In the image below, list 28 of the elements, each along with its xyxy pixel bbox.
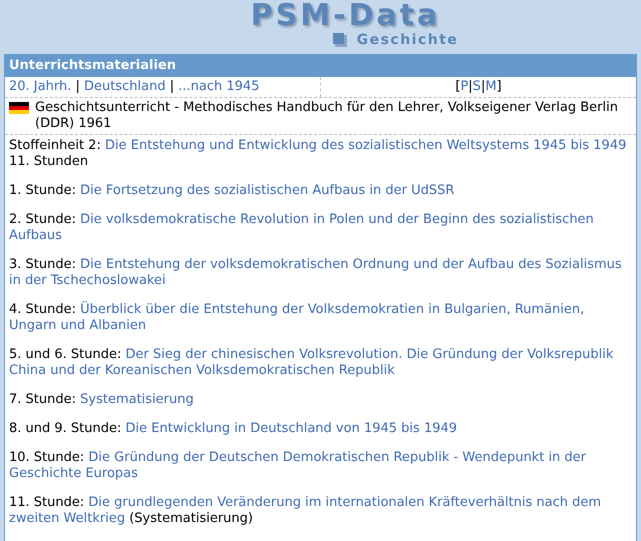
lesson-entry: 2. Stunde: Die volksdemokratische Revolution in Polen und der Beginn des sozialistischen Aufbaus xyxy=(9,212,595,244)
bracket: ] xyxy=(496,79,502,94)
breadcrumb-link[interactable]: ...nach 1945 xyxy=(178,79,260,94)
square-icon xyxy=(332,33,347,47)
view-link[interactable]: S xyxy=(472,79,481,94)
breadcrumb-link[interactable]: Deutschland xyxy=(84,79,166,94)
breadcrumb-link[interactable]: 20. Jahrh. xyxy=(9,79,72,94)
view-link[interactable]: P xyxy=(460,79,468,94)
lesson-entry: 10. Stunde: Die Gründung der Deutschen Demokratischen Republik - Wendepunkt in der Geschichte Europas xyxy=(9,450,588,482)
bracket: [ xyxy=(455,79,460,94)
separator: | xyxy=(170,79,174,94)
lesson-entry: 3. Stunde: Die Entstehung der volksdemokratischen Ordnung und der Aufbau des Sozialismus in der Tschechoslowakei xyxy=(9,257,623,289)
lesson-entry: 5. und 6. Stunde: Der Sieg der chinesischen Volksrevolution. Die Gründung der Volksrepublik China und der Koreanischen Volksdemokratischen Republik xyxy=(9,347,614,379)
separator: | xyxy=(480,79,486,94)
separator: | xyxy=(75,79,80,94)
lesson-entry: 1. Stunde: Die Fortsetzung des sozialistischen Aufbaus in der UdSSR xyxy=(9,183,456,199)
panel-header: Unterrichtsmaterialien xyxy=(5,55,636,77)
separator: | xyxy=(468,79,473,94)
site-section: Geschichte xyxy=(356,32,458,48)
unit-heading: Stoffeinheit 2: Die Entstehung und Entwicklung des sozialistischen Weltsystems 1945 bis 1949 11. Stunden xyxy=(9,138,628,170)
lesson-entry: 11. Stunde: Die grundlegenden Veränderung im internationalen Kräfteverhältnis nach dem zweiten Weltkrieg (Systematisierung) xyxy=(9,495,602,527)
lesson-entry: 7. Stunde: Systematisierung xyxy=(9,392,195,408)
view-link[interactable]: M xyxy=(485,79,497,94)
lesson-entry: 4. Stunde: Überblick über die Entstehung der Volksdemokratien in Bulgarien, Rumänien, Ungarn und Albanien xyxy=(9,302,586,334)
site-logo: PSM-Data xyxy=(250,0,440,32)
lesson-entry: 8. und 9. Stunde: Die Entwicklung in Deutschland von 1945 bis 1949 xyxy=(9,421,458,437)
german-flag-icon xyxy=(9,102,29,114)
source-citation: Geschichtsunterricht - Methodisches Handbuch für den Lehrer, Volkseigener Verlag Berlin (DDR) 1961 xyxy=(35,100,619,132)
